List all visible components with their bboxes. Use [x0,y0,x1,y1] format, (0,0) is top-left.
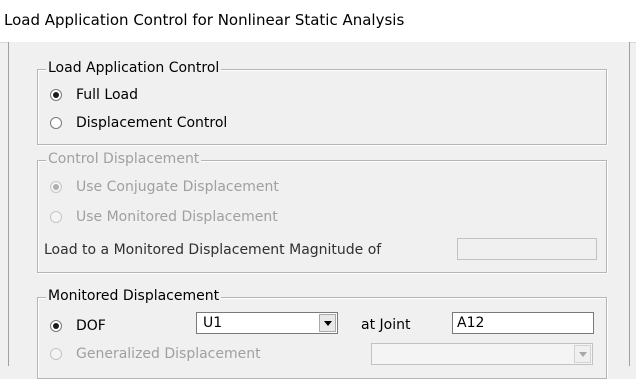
dof-label[interactable]: DOF [76,318,106,334]
at-joint-label: at Joint [361,317,411,333]
load-application-control-group: Load Application Control Full Load Displ… [37,60,607,145]
dof-selected-value: U1 [203,315,223,331]
dropdown-button[interactable] [574,345,591,363]
displacement-control-option[interactable]: Displacement Control [50,115,227,131]
dialog-window: Load Application Control for Nonlinear S… [0,0,636,379]
dof-dropdown[interactable]: U1 [196,312,338,334]
generalized-dropdown[interactable] [371,343,593,365]
use-conjugate-radio[interactable] [50,181,62,193]
dialog-body: Load Application Control Full Load Displ… [8,42,630,379]
use-monitored-radio[interactable] [50,211,62,223]
control-displacement-group: Control Displacement Use Conjugate Displ… [37,151,607,273]
magnitude-input[interactable] [457,238,597,260]
title-bar[interactable]: Load Application Control for Nonlinear S… [0,0,636,43]
monitored-displacement-group: Monitored Displacement DOF U1 at Joint A… [37,288,607,379]
use-conjugate-option[interactable]: Use Conjugate Displacement [50,179,279,195]
generalized-radio[interactable] [50,348,62,360]
full-load-label[interactable]: Full Load [76,87,138,103]
magnitude-label: Load to a Monitored Displacement Magnitu… [44,242,382,258]
displacement-control-radio[interactable] [50,117,62,129]
generalized-option[interactable]: Generalized Displacement [50,346,261,362]
dof-option[interactable]: DOF [50,318,106,334]
use-monitored-label[interactable]: Use Monitored Displacement [76,209,278,225]
use-conjugate-label[interactable]: Use Conjugate Displacement [76,179,279,195]
dropdown-button[interactable] [319,314,336,332]
joint-input[interactable]: A12 [452,312,594,334]
window-title: Load Application Control for Nonlinear S… [4,11,405,29]
group-title: Load Application Control [46,60,222,76]
use-monitored-option[interactable]: Use Monitored Displacement [50,209,278,225]
magnitude-row: Load to a Monitored Displacement Magnitu… [44,242,381,258]
dof-radio[interactable] [50,320,62,332]
at-joint-row: at Joint [361,317,410,333]
full-load-option[interactable]: Full Load [50,87,138,103]
full-load-radio[interactable] [50,89,62,101]
group-title: Monitored Displacement [46,288,222,304]
generalized-label[interactable]: Generalized Displacement [76,346,261,362]
chevron-down-icon [323,320,332,326]
group-title: Control Displacement [46,151,202,167]
displacement-control-label[interactable]: Displacement Control [76,115,227,131]
chevron-down-icon [578,351,587,357]
